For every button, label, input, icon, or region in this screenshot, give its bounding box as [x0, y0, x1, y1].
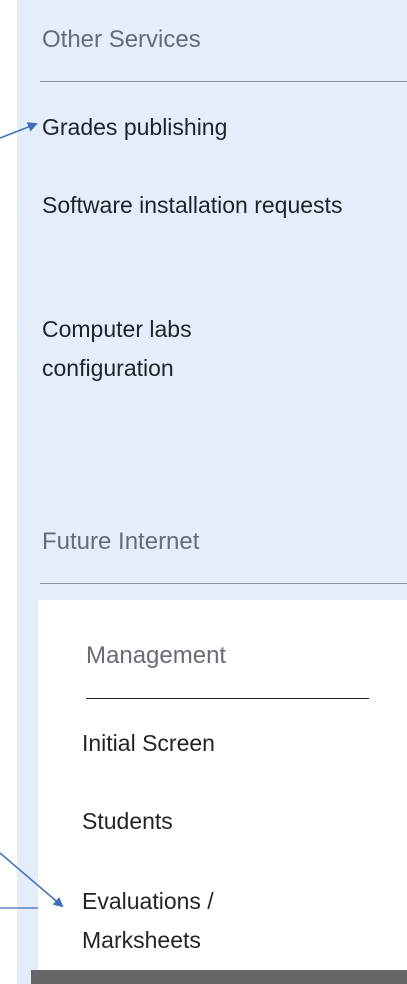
annotation-arrows [0, 122, 64, 909]
arrow-to-grades-publishing [0, 122, 38, 139]
arrow-to-evaluations-marksheets [0, 852, 64, 908]
